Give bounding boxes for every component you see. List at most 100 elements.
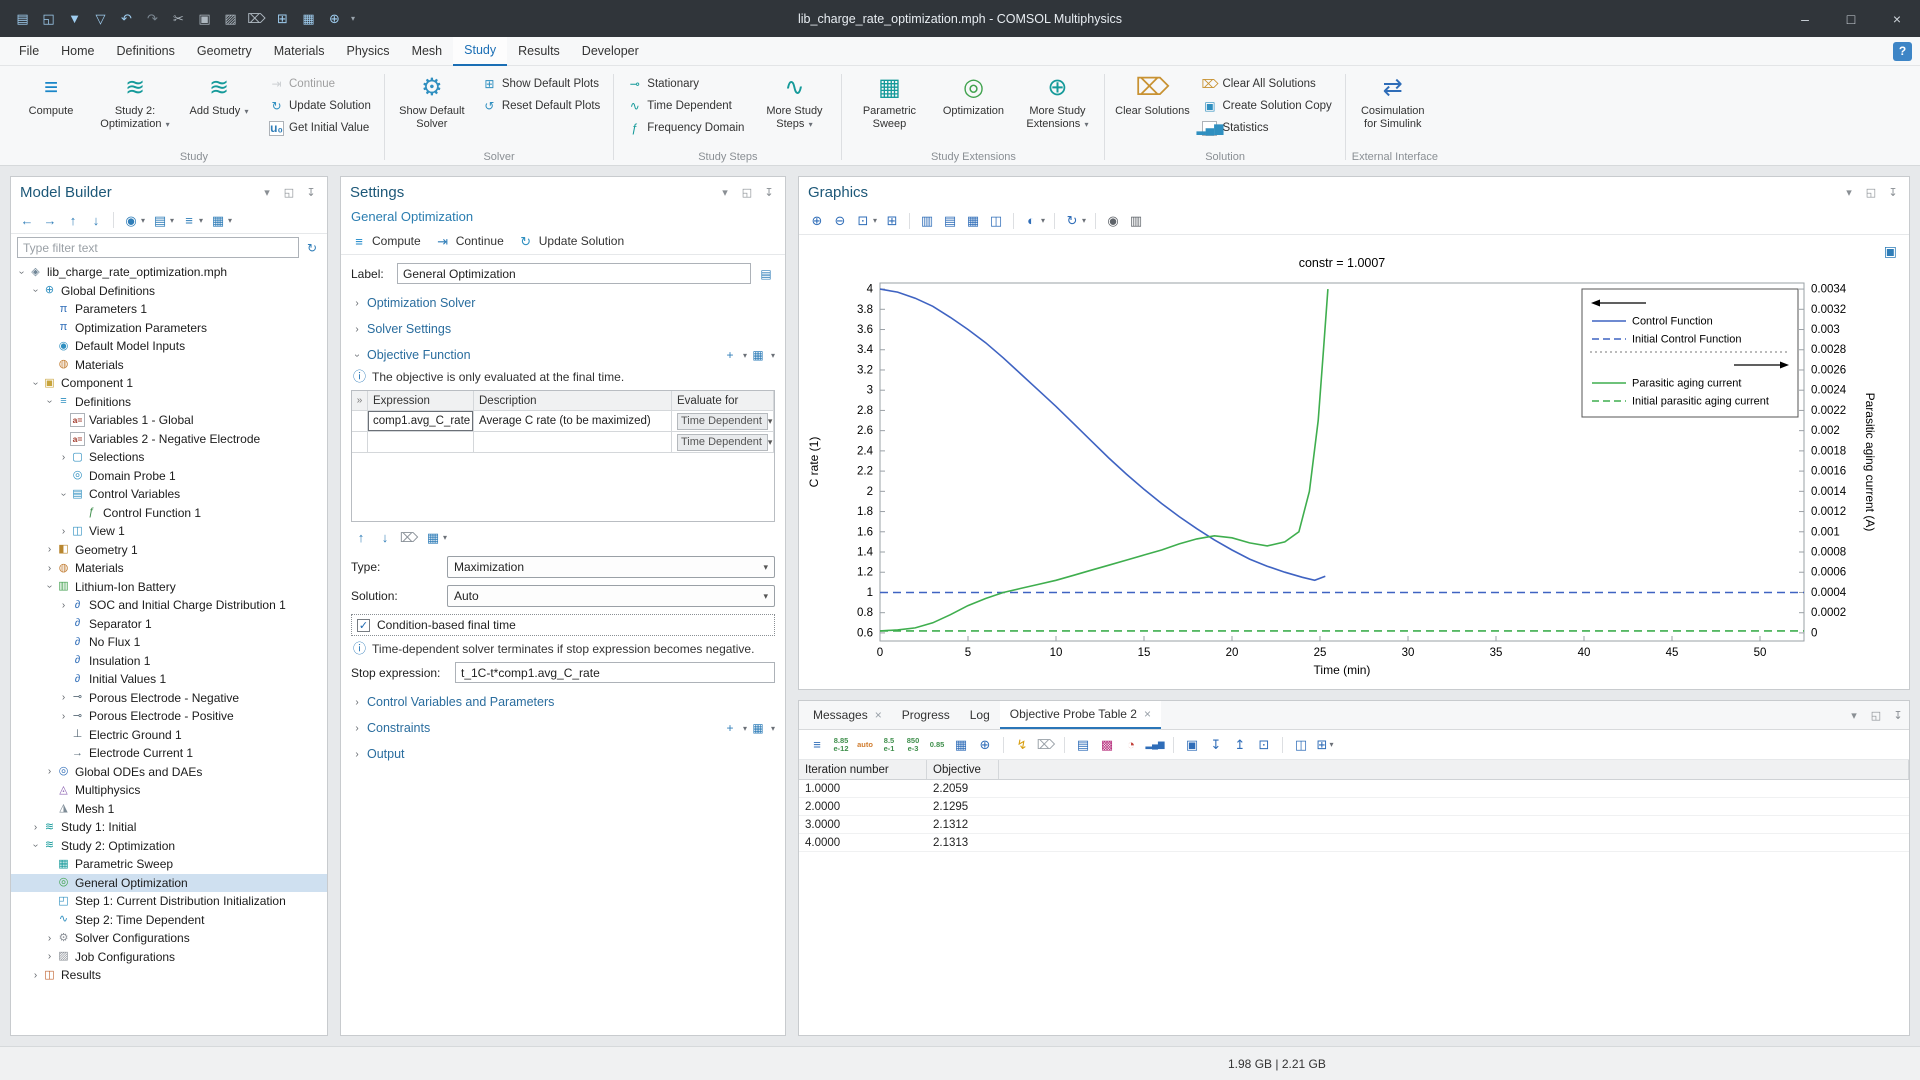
tab-file[interactable]: File [8, 37, 50, 66]
tab-materials[interactable]: Materials [263, 37, 336, 66]
help-icon[interactable]: ? [1893, 42, 1912, 61]
label-helper-icon[interactable]: ▤ [757, 265, 775, 283]
open-file-icon[interactable]: ◱ [36, 7, 61, 31]
magnify-icon[interactable]: ⊕ [322, 7, 347, 31]
tree-expander-icon[interactable]: › [58, 488, 69, 501]
clear-table-icon[interactable]: ⌦ [1036, 735, 1056, 755]
compute-button[interactable]: ≡Compute [10, 69, 92, 120]
save-icon[interactable]: ▼ [62, 7, 87, 31]
tree-node-control-function-1[interactable]: ƒControl Function 1 [11, 504, 327, 523]
tree-node-materials[interactable]: ›◍Materials [11, 559, 327, 578]
continue-button[interactable]: ⇥Continue [262, 73, 378, 95]
tab-results[interactable]: Results [507, 37, 571, 66]
zoom-out-button[interactable]: ⊖ [830, 210, 850, 232]
tree-node-view-1[interactable]: ›◫View 1 [11, 522, 327, 541]
forward-button[interactable]: → [40, 209, 60, 231]
optimization-button[interactable]: ◎Optimization [932, 69, 1014, 120]
axis-limits-button[interactable]: ▦ [963, 210, 983, 232]
tree-node-no-flux-1[interactable]: ∂No Flux 1 [11, 633, 327, 652]
plot-area[interactable]: constr = 1.000705101520253035404550Time … [799, 235, 1909, 689]
horizontal-axis-grid-button[interactable]: ▤ [940, 210, 960, 232]
tree-node-definitions[interactable]: ›≡Definitions [11, 393, 327, 412]
plot-in-new-window-button[interactable]: ◫ [986, 210, 1006, 232]
more-study-steps-button[interactable]: ∿More Study Steps ▾ [753, 69, 835, 133]
tree-node-global-definitions[interactable]: ›⊕Global Definitions [11, 282, 327, 301]
close-tab-icon[interactable]: × [1144, 707, 1151, 721]
tree-expander-icon[interactable]: › [30, 284, 41, 297]
table-row[interactable]: 3.00002.1312 [799, 816, 1909, 834]
tree-node-control-variables[interactable]: ›▤Control Variables [11, 485, 327, 504]
tree-node-variables-1-global[interactable]: a=Variables 1 - Global [11, 411, 327, 430]
tree-node-porous-electrode-positive[interactable]: ›⊸Porous Electrode - Positive [11, 707, 327, 726]
evaluate-for-select[interactable]: Time Dependent▾ [677, 434, 768, 451]
get-initial-value-button[interactable]: u₀Get Initial Value [262, 117, 378, 139]
cosimulation-for-simulink-button[interactable]: ⇄Cosimulation for Simulink [1352, 69, 1434, 133]
objective-cell[interactable] [474, 432, 672, 453]
section-objective-function[interactable]: › Objective Function +▾ ▦▾ [351, 343, 775, 367]
tree-expander-icon[interactable]: › [29, 822, 42, 833]
tree-expander-icon[interactable]: › [43, 951, 56, 962]
collapse-tree-button[interactable]: ▤▾ [150, 209, 176, 231]
tree-expander-icon[interactable]: › [30, 377, 41, 390]
tree-expander-icon[interactable]: › [57, 452, 70, 463]
tree-node-geometry-1[interactable]: ›◧Geometry 1 [11, 541, 327, 560]
table-settings-icon[interactable]: ⊡ [1254, 735, 1274, 755]
panel-menu-icon[interactable]: ▾ [1847, 708, 1861, 722]
tree-expander-icon[interactable]: › [43, 563, 56, 574]
stop-expression-input[interactable] [455, 662, 775, 683]
tree-node-mesh-1[interactable]: ◮Mesh 1 [11, 800, 327, 819]
tree-node-optimization-parameters[interactable]: πOptimization Parameters [11, 319, 327, 338]
tree-node-step-1-current-distribution-initialization[interactable]: ◰Step 1: Current Distribution Initializa… [11, 892, 327, 911]
cut-icon[interactable]: ✂ [166, 7, 191, 31]
tree-expander-icon[interactable]: › [44, 580, 55, 593]
tab-geometry[interactable]: Geometry [186, 37, 263, 66]
table-list-icon[interactable]: ≡ [807, 735, 827, 755]
filter-input[interactable] [17, 237, 299, 258]
solution-select[interactable]: Auto ▾ [447, 585, 775, 607]
tree-options-button[interactable]: ≡▾ [179, 209, 205, 231]
tree-node-multiphysics[interactable]: ◬Multiphysics [11, 781, 327, 800]
add-study-button[interactable]: ≋Add Study ▾ [178, 69, 260, 120]
insert-component-icon[interactable]: ⊞ [270, 7, 295, 31]
tree-node-job-configurations[interactable]: ›▨Job Configurations [11, 948, 327, 967]
tree-expander-icon[interactable]: › [57, 692, 70, 703]
evaluate-for-select[interactable]: Time Dependent▾ [677, 413, 768, 430]
show-button[interactable]: ◉▾ [121, 209, 147, 231]
tree-node-lithium-ion-battery[interactable]: ›▥Lithium-Ion Battery [11, 578, 327, 597]
filter-refresh-icon[interactable]: ↻ [303, 239, 321, 257]
tree-expander-icon[interactable]: › [29, 970, 42, 981]
export-table-icon[interactable]: ↧ [1206, 735, 1226, 755]
tab-messages[interactable]: Messages× [803, 701, 892, 729]
tree-node-study-2-optimization[interactable]: ›≋Study 2: Optimization [11, 837, 327, 856]
continue-button[interactable]: ⇥Continue [435, 233, 504, 249]
copy-table-icon[interactable]: ▣ [1182, 735, 1202, 755]
move-down-button[interactable]: ↓ [375, 526, 395, 548]
pin-panel-icon[interactable]: ↧ [762, 185, 776, 199]
panel-menu-icon[interactable]: ▾ [1842, 185, 1856, 199]
tab-study[interactable]: Study [453, 37, 507, 66]
section-solver-settings[interactable]: › Solver Settings [351, 317, 775, 341]
zoom-extents-button[interactable]: ⊞ [882, 210, 902, 232]
float-panel-icon[interactable]: ◱ [1864, 185, 1878, 199]
objective-row[interactable]: Time Dependent▾ [352, 432, 774, 453]
create-solution-copy-button[interactable]: ▣Create Solution Copy [1195, 95, 1338, 117]
pin-panel-icon[interactable]: ↧ [1891, 708, 1905, 722]
tree-node-materials[interactable]: ◍Materials [11, 356, 327, 375]
tree-node-parametric-sweep[interactable]: ▦Parametric Sweep [11, 855, 327, 874]
float-panel-icon[interactable]: ◱ [740, 185, 754, 199]
parametric-sweep-button[interactable]: ▦Parametric Sweep [848, 69, 930, 133]
add-objective-icon[interactable]: + [721, 346, 739, 364]
update-solution-button[interactable]: ↻Update Solution [262, 95, 378, 117]
precision-auto-icon[interactable]: auto [855, 735, 875, 755]
image-snapshot-button[interactable]: ◉ [1103, 210, 1123, 232]
zoom-box-button[interactable]: ⊡▾ [853, 210, 879, 232]
tree-node-soc-and-initial-charge-distribution-1[interactable]: ›∂SOC and Initial Charge Distribution 1 [11, 596, 327, 615]
tree-expander-icon[interactable]: › [16, 266, 27, 279]
tree-expander-icon[interactable]: › [43, 933, 56, 944]
tree-expander-icon[interactable]: › [30, 839, 41, 852]
qat-menu-icon[interactable]: ▾ [351, 14, 355, 23]
print-plot-button[interactable]: ▥ [1126, 210, 1146, 232]
scene-appearance-button[interactable]: ◐▾ [1021, 210, 1047, 232]
vertical-axis-grid-button[interactable]: ▥ [917, 210, 937, 232]
tree-expander-icon[interactable]: › [57, 711, 70, 722]
